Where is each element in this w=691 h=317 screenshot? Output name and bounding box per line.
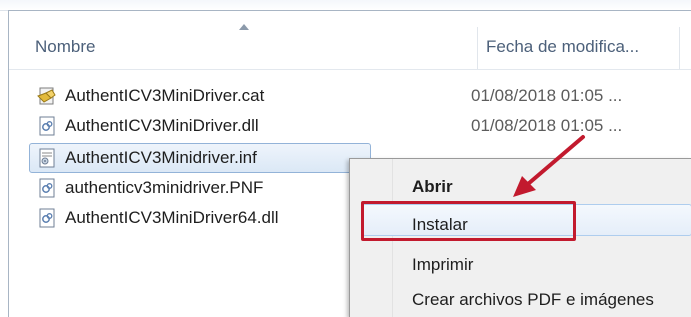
annotation-arrow-icon [513, 135, 585, 197]
